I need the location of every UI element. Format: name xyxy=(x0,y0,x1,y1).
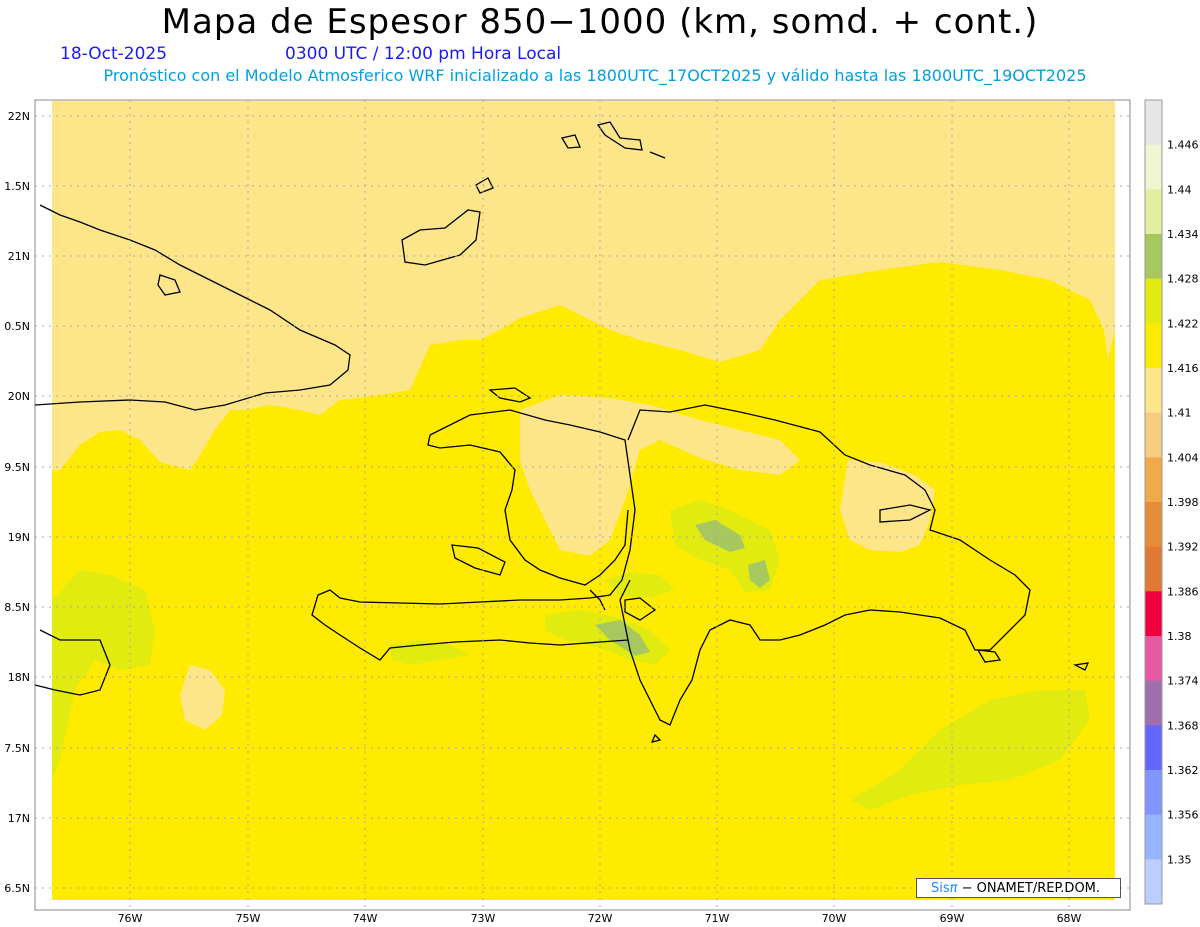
lat-label: 0.5N xyxy=(4,320,30,333)
lon-label: 71W xyxy=(705,912,730,925)
colorbar-swatch xyxy=(1145,680,1162,726)
colorbar-label: 1.362 xyxy=(1167,764,1199,777)
colorbar-label: 1.368 xyxy=(1167,719,1199,732)
colorbar-label: 1.35 xyxy=(1167,853,1192,866)
credit-org: − ONAMET/REP.DOM. xyxy=(961,881,1101,896)
colorbar-swatch xyxy=(1145,502,1162,548)
lat-label: 1.5N xyxy=(4,180,30,193)
lon-label: 70W xyxy=(822,912,847,925)
colorbar-swatch xyxy=(1145,814,1162,860)
colorbar-label: 1.38 xyxy=(1167,630,1192,643)
lat-label: 7.5N xyxy=(4,742,30,755)
colorbar-swatch xyxy=(1145,189,1162,235)
colorbar-swatch xyxy=(1145,100,1162,146)
lon-label: 74W xyxy=(353,912,378,925)
colorbar-swatch xyxy=(1145,636,1162,682)
colorbar-label: 1.446 xyxy=(1167,139,1199,152)
colorbar-label: 1.41 xyxy=(1167,407,1192,420)
lat-label: 20N xyxy=(8,390,30,403)
colorbar-swatch xyxy=(1145,278,1162,324)
colorbar-swatch xyxy=(1145,457,1162,503)
lat-labels: 22N 1.5N 21N 0.5N 20N 9.5N 19N 8.5N 18N … xyxy=(4,110,30,895)
colorbar-swatch xyxy=(1145,323,1162,369)
lat-label: 18N xyxy=(8,671,30,684)
colorbar-swatch xyxy=(1145,546,1162,592)
credit-pi: π xyxy=(949,881,958,896)
lat-label: 6.5N xyxy=(4,882,30,895)
lat-label: 8.5N xyxy=(4,601,30,614)
lat-label: 21N xyxy=(8,250,30,263)
lon-label: 72W xyxy=(588,912,613,925)
colorbar-swatch xyxy=(1145,591,1162,637)
colorbar-swatch xyxy=(1145,412,1162,458)
colorbar-swatch xyxy=(1145,144,1162,190)
lat-label: 19N xyxy=(8,531,30,544)
lon-label: 68W xyxy=(1057,912,1082,925)
lon-label: 75W xyxy=(236,912,261,925)
colorbar: 1.446 1.44 1.434 1.428 1.422 1.416 1.41 1.404 1.… xyxy=(1144,99,1199,905)
colorbar-label: 1.356 xyxy=(1167,809,1199,822)
colorbar-label: 1.428 xyxy=(1167,273,1199,286)
lon-label: 69W xyxy=(940,912,965,925)
lon-label: 76W xyxy=(118,912,143,925)
colorbar-swatch xyxy=(1145,368,1162,414)
colorbar-label: 1.434 xyxy=(1167,228,1199,241)
colorbar-label: 1.416 xyxy=(1167,362,1199,375)
colorbar-label: 1.404 xyxy=(1167,451,1199,464)
colorbar-swatch xyxy=(1145,859,1162,905)
colorbar-label: 1.422 xyxy=(1167,317,1199,330)
lat-label: 9.5N xyxy=(4,461,30,474)
lon-labels: 76W 75W 74W 73W 72W 71W 70W 69W 68W xyxy=(118,912,1082,925)
colorbar-label: 1.374 xyxy=(1167,675,1199,688)
colorbar-label: 1.44 xyxy=(1167,183,1192,196)
credit-sis: Sis xyxy=(931,881,950,896)
lat-label: 22N xyxy=(8,110,30,123)
colorbar-label: 1.386 xyxy=(1167,585,1199,598)
colorbar-label: 1.398 xyxy=(1167,496,1199,509)
lat-label: 17N xyxy=(8,812,30,825)
colorbar-label: 1.392 xyxy=(1167,541,1199,554)
credit-box: Sisπ − ONAMET/REP.DOM. xyxy=(916,878,1121,898)
colorbar-swatch xyxy=(1145,234,1162,280)
colorbar-swatch xyxy=(1145,770,1162,816)
thickness-map: 22N 1.5N 21N 0.5N 20N 9.5N 19N 8.5N 18N … xyxy=(4,99,1199,925)
lon-label: 73W xyxy=(471,912,496,925)
colorbar-swatch xyxy=(1145,725,1162,771)
